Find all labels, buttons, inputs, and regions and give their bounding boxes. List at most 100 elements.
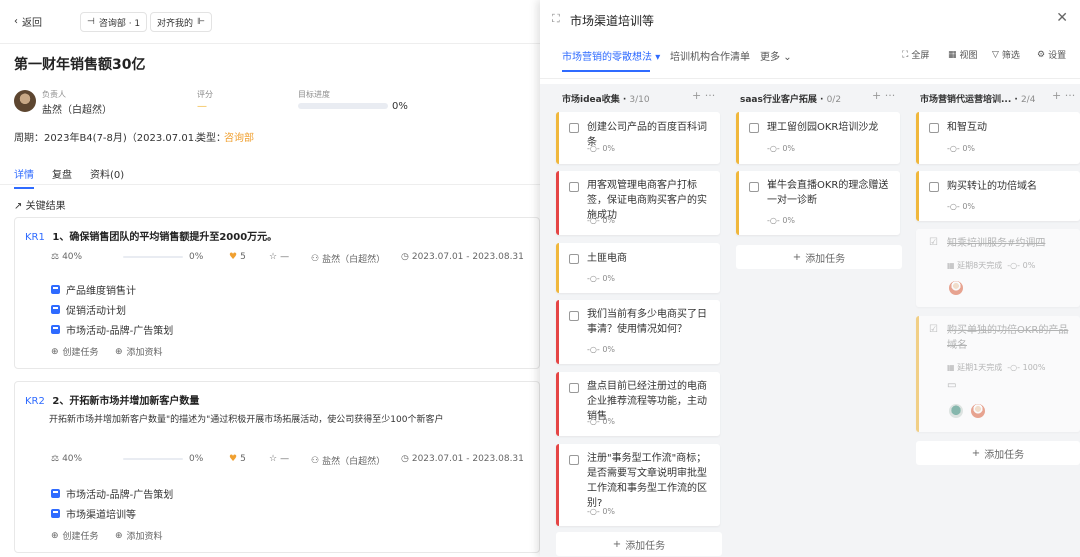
kr-card[interactable]: KR1 1、确保销售团队的平均销售额提升至2000万元。 ⚖ 40% 0% ♥ 5 …	[14, 217, 540, 369]
task-item[interactable]: 市场活动-品牌-广告策划	[51, 486, 173, 501]
task-checkbox[interactable]	[749, 123, 759, 133]
add-file-button[interactable]: ⊕ 添加资料	[115, 529, 163, 543]
task-card[interactable]: 购买转让的功倍域名 -○- 0%	[916, 171, 1080, 221]
plus-icon[interactable]: +	[872, 89, 881, 102]
tab-training-partners[interactable]: 培训机构合作清单	[670, 48, 750, 63]
page-title: 第一财年销售额30亿	[14, 57, 146, 73]
column-actions: + ···	[872, 89, 895, 102]
tab-more[interactable]: 更多 ⌄	[760, 48, 792, 63]
add-task-button[interactable]: + 添加任务	[916, 441, 1080, 465]
progress-value: 0%	[602, 216, 616, 225]
task-checkbox[interactable]	[929, 123, 939, 133]
kr-stars[interactable]: ☆ —	[269, 252, 289, 262]
back-button[interactable]: ‹ 返回	[14, 14, 42, 29]
progress-value: 0%	[602, 345, 616, 354]
kr-likes[interactable]: ♥ 5	[229, 454, 246, 464]
plus-circle-icon: ⊕	[115, 530, 123, 541]
assignee-avatar[interactable]	[947, 402, 965, 420]
kr-description: 开拓新市场并增加新客户数量"的描述为"通过积极开展市场拓展活动，使公司获得至少1…	[49, 415, 444, 425]
kr-progress-value: 0%	[189, 454, 204, 464]
kr-stars[interactable]: ☆ —	[269, 454, 289, 464]
checked-icon[interactable]: ☑	[929, 324, 938, 335]
assignee-avatar[interactable]	[969, 402, 987, 420]
task-card-title: 和智互动	[947, 122, 987, 133]
kr-dates-value: 2023.07.01 - 2023.08.31	[411, 454, 524, 464]
plus-icon[interactable]: +	[1052, 89, 1061, 102]
task-item[interactable]: 市场活动-品牌-广告策划	[51, 322, 173, 337]
progress-icon: -○-	[767, 216, 780, 225]
task-card[interactable]: 创建公司产品的百度百科词条 -○- 0%	[556, 112, 720, 164]
avatar	[14, 90, 36, 112]
task-card[interactable]: 土匪电商 -○- 0%	[556, 243, 720, 293]
task-card[interactable]: 和智互动 -○- 0%	[916, 112, 1080, 164]
type-value[interactable]: 咨询部	[224, 129, 254, 144]
more-icon[interactable]: ···	[705, 89, 716, 102]
task-card-progress: -○- 0%	[587, 274, 615, 283]
task-checkbox[interactable]	[569, 311, 579, 321]
owner-name[interactable]: 盐然（白超然）	[42, 101, 112, 116]
kr-progress-bar	[123, 458, 183, 460]
align-pill-label: 对齐我的	[157, 18, 194, 29]
task-checkbox[interactable]	[569, 182, 579, 192]
assignee-avatar[interactable]	[947, 279, 965, 297]
close-icon[interactable]: ✕	[1056, 10, 1068, 26]
task-card-progress: -○- 0%	[587, 417, 615, 426]
add-task-button[interactable]: + 添加任务	[736, 245, 902, 269]
task-checkbox[interactable]	[569, 383, 579, 393]
task-item[interactable]: 促销活动计划	[51, 302, 126, 317]
filter-button[interactable]: ▽ 筛选	[992, 48, 1020, 62]
fullscreen-button[interactable]: ⛶ 全屏	[902, 48, 929, 62]
task-card-title: 购买单独的功倍OKR的产品域名	[947, 325, 1069, 351]
checked-icon[interactable]: ☑	[929, 237, 938, 248]
settings-button[interactable]: ⚙ 设置	[1037, 48, 1066, 62]
task-card[interactable]: 我们当前有多少电商买了日事清？使用情况如何？ -○- 0%	[556, 300, 720, 364]
plus-icon[interactable]: +	[692, 89, 701, 102]
tab-details[interactable]: 详情	[14, 166, 34, 189]
clock-icon: ◷	[401, 454, 409, 464]
chevron-down-icon: ⌄	[783, 52, 792, 63]
task-checkbox[interactable]	[569, 254, 579, 264]
task-card[interactable]: 注册"事务型工作流"商标；是否需要写文章说明审批型工作流和事务型工作流的区别? …	[556, 444, 720, 526]
comment-icon[interactable]: ▭	[947, 380, 956, 391]
kr-likes[interactable]: ♥ 5	[229, 252, 246, 262]
create-task-button[interactable]: ⊕ 创建任务	[51, 345, 99, 359]
view-button[interactable]: ▦ 视图	[948, 48, 978, 62]
task-checkbox[interactable]	[929, 182, 939, 192]
task-card-completed[interactable]: ☑ 知乘培训服务#约调四 ▦ 延期8天完成 -○- 0%	[916, 229, 1080, 307]
kr-card[interactable]: KR2 2、开拓新市场并增加新客户数量 开拓新市场并增加新客户数量"的描述为"通…	[14, 381, 540, 553]
align-pill[interactable]: 对齐我的 ⊩	[150, 12, 212, 32]
task-card[interactable]: 用客观管理电商客户打标签，保证电商购买客户的实施成功 -○- 0%	[556, 171, 720, 235]
task-icon	[51, 489, 60, 498]
dept-pill[interactable]: ⊣ 咨询部 · 1	[80, 12, 148, 32]
tab-review[interactable]: 复盘	[52, 166, 72, 189]
heart-icon: ♥	[229, 454, 238, 464]
task-card-title: 崔牛会直播OKR的理念赠送一对一诊断	[767, 180, 889, 206]
tab-files[interactable]: 资料(0)	[90, 166, 124, 189]
task-item[interactable]: 产品维度销售计	[51, 282, 136, 297]
create-task-button[interactable]: ⊕ 创建任务	[51, 529, 99, 543]
task-label: 市场渠道培训等	[66, 510, 136, 521]
task-card[interactable]: 盘点目前已经注册过的电商企业推荐流程等功能，主动销售 -○- 0%	[556, 372, 720, 436]
key-results-label: 关键结果	[25, 201, 66, 212]
task-card-progress: -○- 0%	[587, 507, 615, 516]
task-checkbox[interactable]	[569, 455, 579, 465]
kr-owner[interactable]: ⚇ 盐然（白超然）	[311, 252, 385, 266]
tab-marketing-ideas[interactable]: 市场营销的零散想法 ▾	[562, 48, 660, 72]
task-card[interactable]: 崔牛会直播OKR的理念赠送一对一诊断 -○- 0%	[736, 171, 900, 235]
task-checkbox[interactable]	[749, 182, 759, 192]
task-checkbox[interactable]	[569, 123, 579, 133]
add-file-button[interactable]: ⊕ 添加资料	[115, 345, 163, 359]
task-card-meta: ▦ 延期8天完成 -○- 0%	[947, 260, 1035, 271]
progress-icon: -○-	[947, 202, 960, 211]
task-card[interactable]: 理工留创园OKR培训沙龙 -○- 0%	[736, 112, 900, 164]
task-icon	[51, 325, 60, 334]
add-task-button[interactable]: + 添加任务	[556, 532, 722, 556]
more-icon[interactable]: ···	[1065, 89, 1076, 102]
progress-value: 100%	[1022, 363, 1046, 372]
task-item[interactable]: 市场渠道培训等	[51, 506, 136, 521]
expand-icon[interactable]: ⛶	[552, 12, 560, 26]
task-card-completed[interactable]: ☑ 购买单独的功倍OKR的产品域名 ▦ 延期1天完成 -○- 100% ▭	[916, 316, 1080, 432]
progress-value: 0%	[602, 417, 616, 426]
kr-owner[interactable]: ⚇ 盐然（白超然）	[311, 454, 385, 468]
more-icon[interactable]: ···	[885, 89, 896, 102]
